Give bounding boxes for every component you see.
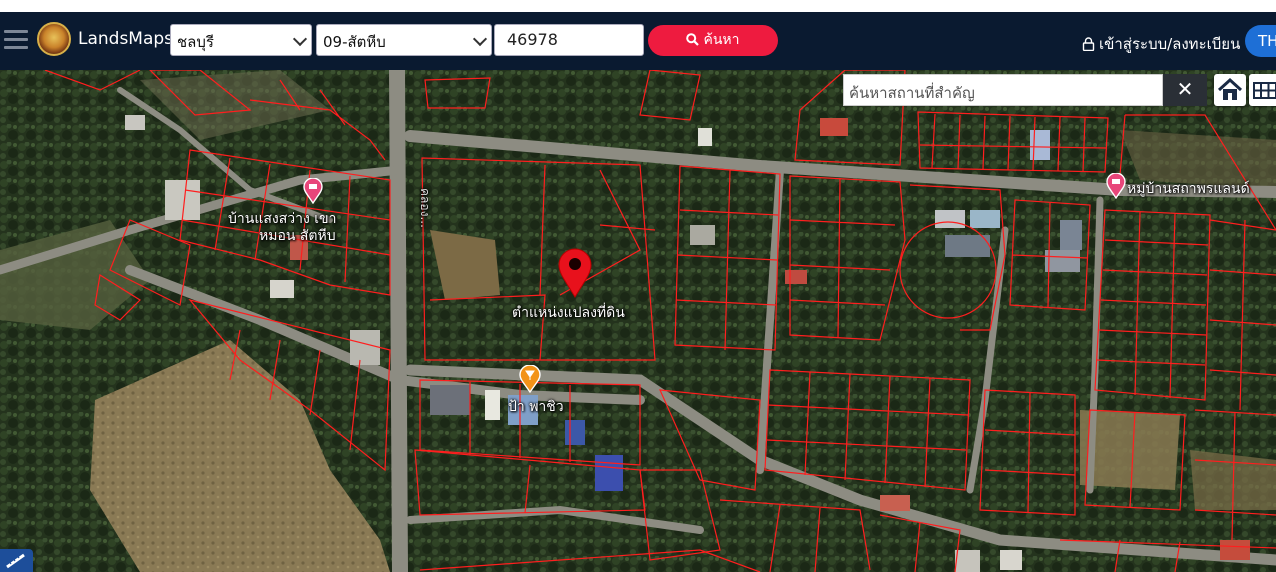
parcel-marker-label: ตำแหน่งแปลงที่ดิน bbox=[512, 305, 625, 321]
poi-pin-icon[interactable] bbox=[303, 178, 323, 204]
road-label: คลอง... bbox=[418, 188, 432, 228]
province-value: ชลบุรี bbox=[177, 33, 214, 51]
district-value: 09-สัตหีบ bbox=[323, 33, 386, 51]
district-select[interactable]: 09-สัตหีบ bbox=[316, 24, 492, 56]
login-link[interactable]: เข้าสู่ระบบ/ลงทะเบียน bbox=[1082, 32, 1240, 56]
department-logo bbox=[37, 22, 71, 56]
top-navbar: LandsMaps ชลบุรี 09-สัตหีบ 46978 ค้นหา เ… bbox=[0, 12, 1276, 70]
ruler-icon[interactable] bbox=[0, 549, 33, 572]
poi-label-food: ป้า พาชิว bbox=[508, 399, 564, 415]
lock-icon bbox=[1082, 37, 1095, 52]
close-icon[interactable]: ✕ bbox=[1163, 74, 1207, 106]
language-button[interactable]: TH bbox=[1245, 25, 1276, 57]
satellite-map[interactable]: ค้นหาสถานที่สำคัญ ✕ บ้านแสงสว่าง เขา หมอ… bbox=[0, 70, 1276, 572]
brand-name: LandsMaps bbox=[78, 29, 174, 49]
search-button[interactable]: ค้นหา bbox=[648, 25, 778, 56]
chevron-down-icon bbox=[292, 31, 308, 47]
poi-label-left-2: หมอน สัตหีบ bbox=[259, 228, 336, 244]
home-icon[interactable] bbox=[1214, 74, 1246, 106]
chevron-down-icon bbox=[472, 31, 488, 47]
poi-label-right: หมู่บ้านสถาพรแลนด์ bbox=[1127, 181, 1250, 197]
food-pin-icon[interactable] bbox=[519, 365, 541, 393]
poi-search-input[interactable]: ค้นหาสถานที่สำคัญ bbox=[843, 74, 1163, 106]
search-button-label: ค้นหา bbox=[703, 32, 740, 48]
search-icon bbox=[686, 33, 700, 46]
map-pin-icon[interactable] bbox=[557, 248, 593, 298]
map-imagery bbox=[0, 70, 1276, 572]
login-label: เข้าสู่ระบบ/ลงทะเบียน bbox=[1099, 35, 1241, 53]
grid-icon[interactable] bbox=[1249, 74, 1276, 106]
parcel-number-input[interactable]: 46978 bbox=[494, 24, 644, 56]
menu-icon[interactable] bbox=[4, 30, 28, 50]
province-select[interactable]: ชลบุรี bbox=[170, 24, 312, 56]
poi-pin-icon[interactable] bbox=[1106, 173, 1126, 199]
